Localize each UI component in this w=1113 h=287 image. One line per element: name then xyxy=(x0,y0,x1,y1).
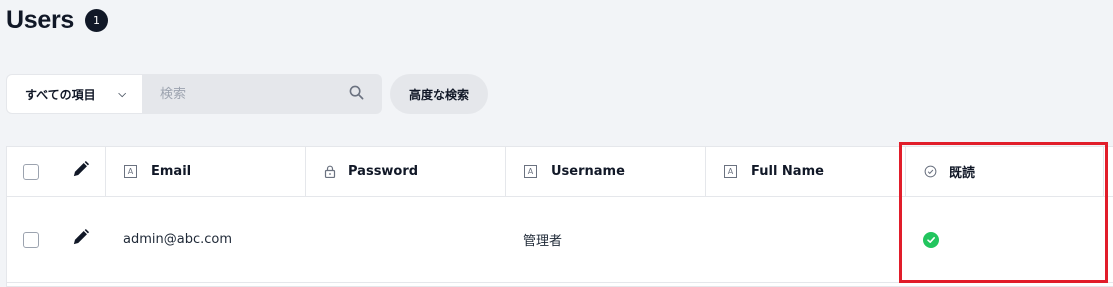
column-header-password[interactable]: Password xyxy=(305,147,505,196)
pencil-icon[interactable] xyxy=(71,228,90,251)
pencil-icon xyxy=(71,160,90,183)
field-filter-select[interactable]: すべての項目 ⌵ xyxy=(6,74,142,114)
search-icon[interactable] xyxy=(349,85,364,104)
column-header-read[interactable]: 既読 xyxy=(905,147,1103,196)
column-label: 既読 xyxy=(949,166,976,181)
cell-username: 管理者 xyxy=(523,197,703,282)
read-check-icon xyxy=(923,231,939,248)
row-edit-cell xyxy=(71,197,101,282)
search-box xyxy=(142,74,382,114)
cell-full-name xyxy=(723,197,903,282)
cell-email: admin@abc.com xyxy=(123,197,303,282)
check-circle-outline-icon xyxy=(924,165,937,178)
chevron-down-icon: ⌵ xyxy=(118,88,126,100)
search-input[interactable] xyxy=(158,85,332,103)
column-label: Full Name xyxy=(751,164,824,179)
lock-icon xyxy=(324,165,336,178)
toolbar: すべての項目 ⌵ 高度な検索 xyxy=(6,74,488,114)
select-all-cell xyxy=(23,147,53,196)
column-header-username[interactable]: A Username xyxy=(505,147,705,196)
row-checkbox[interactable] xyxy=(23,231,39,248)
row-select-cell xyxy=(23,197,53,282)
text-field-icon: A xyxy=(124,165,137,178)
table-row[interactable]: admin@abc.com 管理者 xyxy=(7,197,1113,283)
advanced-search-button[interactable]: 高度な検索 xyxy=(390,74,488,114)
user-count-badge: 1 xyxy=(85,9,108,32)
column-header-full-name[interactable]: A Full Name xyxy=(705,147,905,196)
users-table: A Email Password A Username A Full Name … xyxy=(6,146,1113,287)
username-value: 管理者 xyxy=(523,234,563,249)
text-field-icon: A xyxy=(524,165,537,178)
column-header-email[interactable]: A Email xyxy=(105,147,305,196)
select-all-checkbox[interactable] xyxy=(23,163,39,180)
email-value: admin@abc.com xyxy=(123,232,232,247)
page-title: Users xyxy=(6,6,74,34)
edit-column-cell xyxy=(71,147,101,196)
table-header-row: A Email Password A Username A Full Name … xyxy=(7,147,1113,197)
cell-read xyxy=(923,197,1103,282)
text-field-icon: A xyxy=(724,165,737,178)
field-filter-label: すべての項目 xyxy=(25,87,96,102)
column-label: Email xyxy=(151,164,192,179)
column-label: Username xyxy=(551,164,625,179)
column-header-overflow xyxy=(1103,147,1113,196)
cell-password xyxy=(323,197,503,282)
column-label: Password xyxy=(348,164,419,179)
